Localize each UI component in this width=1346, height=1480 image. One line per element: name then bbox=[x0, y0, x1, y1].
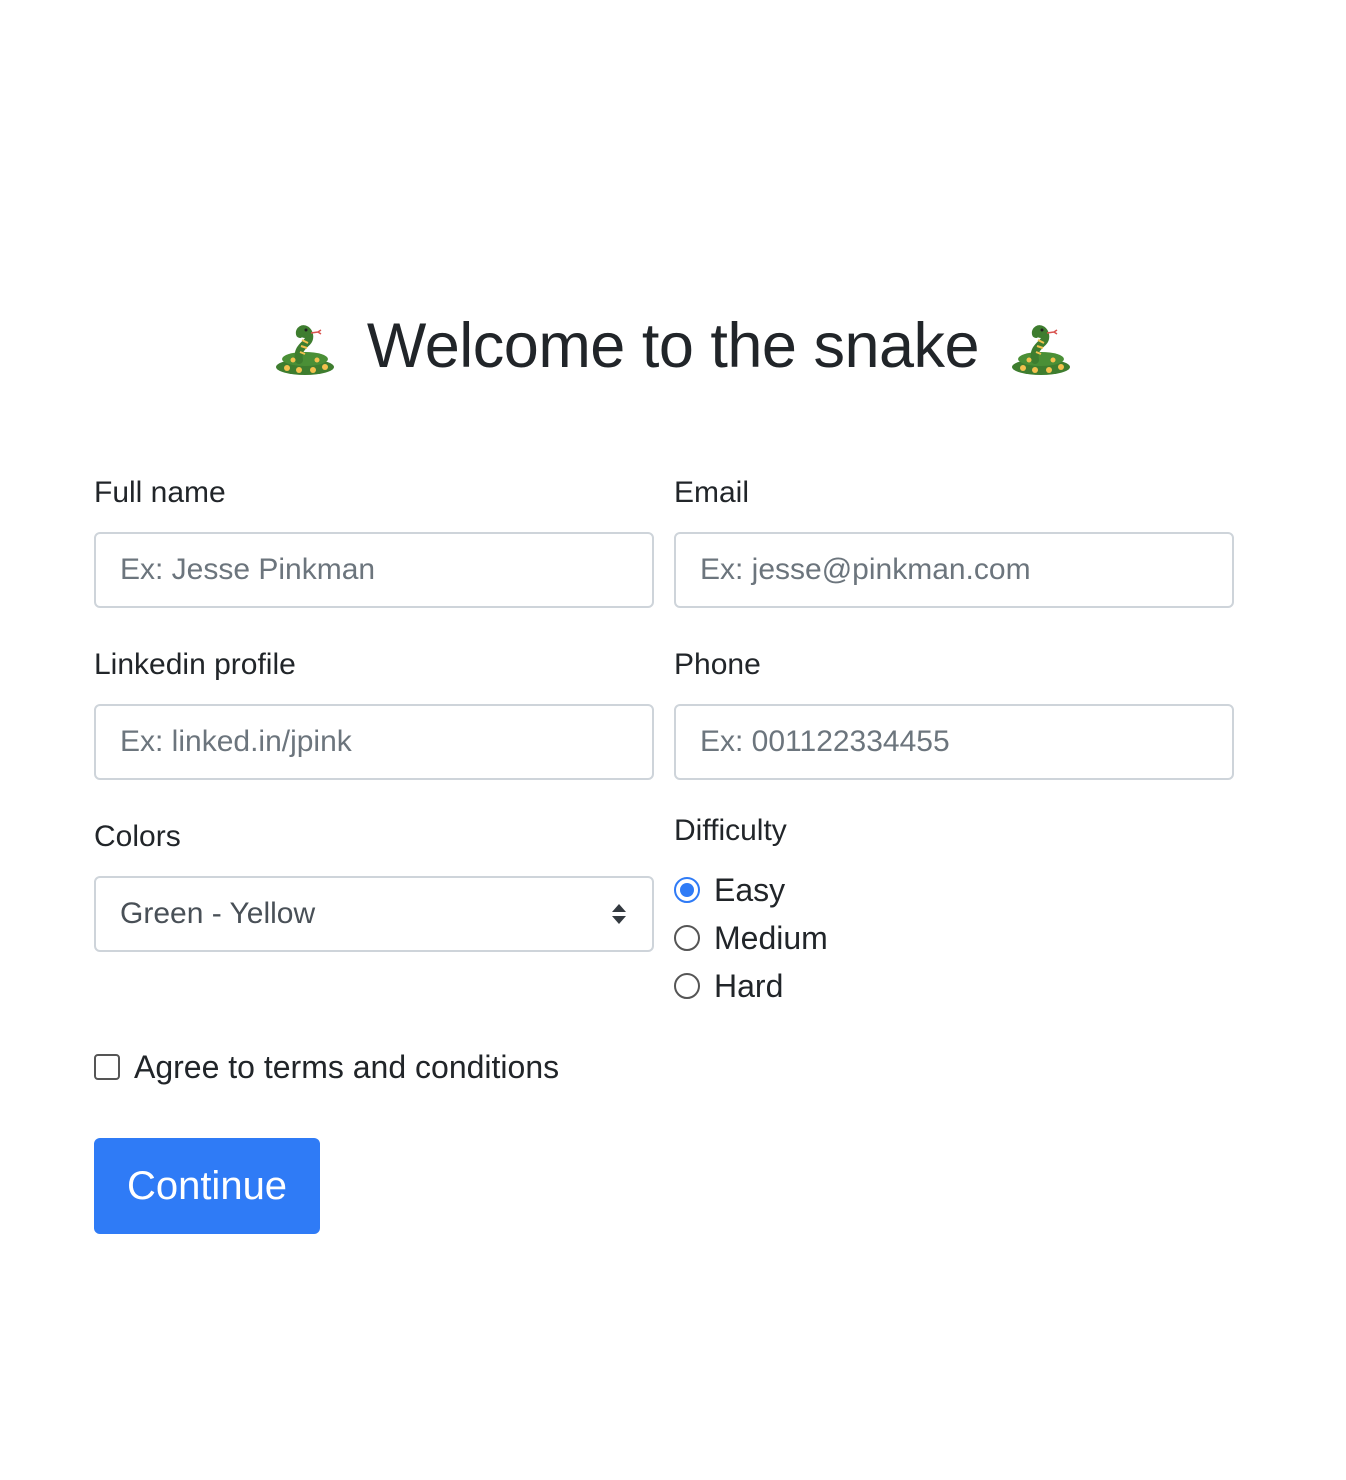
linkedin-input[interactable] bbox=[94, 704, 654, 780]
radio-option-hard[interactable]: Hard bbox=[674, 966, 783, 1006]
full-name-input[interactable] bbox=[94, 532, 654, 608]
snake-icon bbox=[273, 324, 337, 376]
full-name-label: Full name bbox=[94, 476, 226, 509]
radio-hard[interactable] bbox=[674, 973, 700, 999]
page-title: Welcome to the snake bbox=[0, 304, 1346, 388]
difficulty-label: Difficulty bbox=[674, 814, 787, 847]
page-title-text: Welcome to the snake bbox=[366, 311, 980, 381]
email-label: Email bbox=[674, 476, 750, 509]
radio-option-easy[interactable]: Easy bbox=[674, 870, 785, 910]
terms-checkbox[interactable] bbox=[94, 1054, 120, 1080]
radio-option-medium[interactable]: Medium bbox=[674, 918, 828, 958]
linkedin-label: Linkedin profile bbox=[94, 648, 296, 681]
snake-icon bbox=[1009, 324, 1073, 376]
phone-input[interactable] bbox=[674, 704, 1234, 780]
colors-select[interactable]: Green - Yellow bbox=[94, 876, 654, 952]
colors-select-value: Green - Yellow bbox=[120, 897, 316, 930]
continue-button[interactable]: Continue bbox=[94, 1138, 320, 1234]
colors-label: Colors bbox=[94, 820, 181, 853]
select-arrows-icon bbox=[610, 902, 628, 926]
radio-easy-label: Easy bbox=[714, 871, 786, 908]
email-input[interactable] bbox=[674, 532, 1234, 608]
radio-medium[interactable] bbox=[674, 925, 700, 951]
terms-label: Agree to terms and conditions bbox=[134, 1048, 560, 1085]
radio-easy[interactable] bbox=[674, 877, 700, 903]
radio-medium-label: Medium bbox=[714, 919, 828, 956]
radio-hard-label: Hard bbox=[714, 967, 784, 1004]
phone-label: Phone bbox=[674, 648, 761, 681]
terms-checkbox-row[interactable]: Agree to terms and conditions bbox=[94, 1046, 559, 1088]
